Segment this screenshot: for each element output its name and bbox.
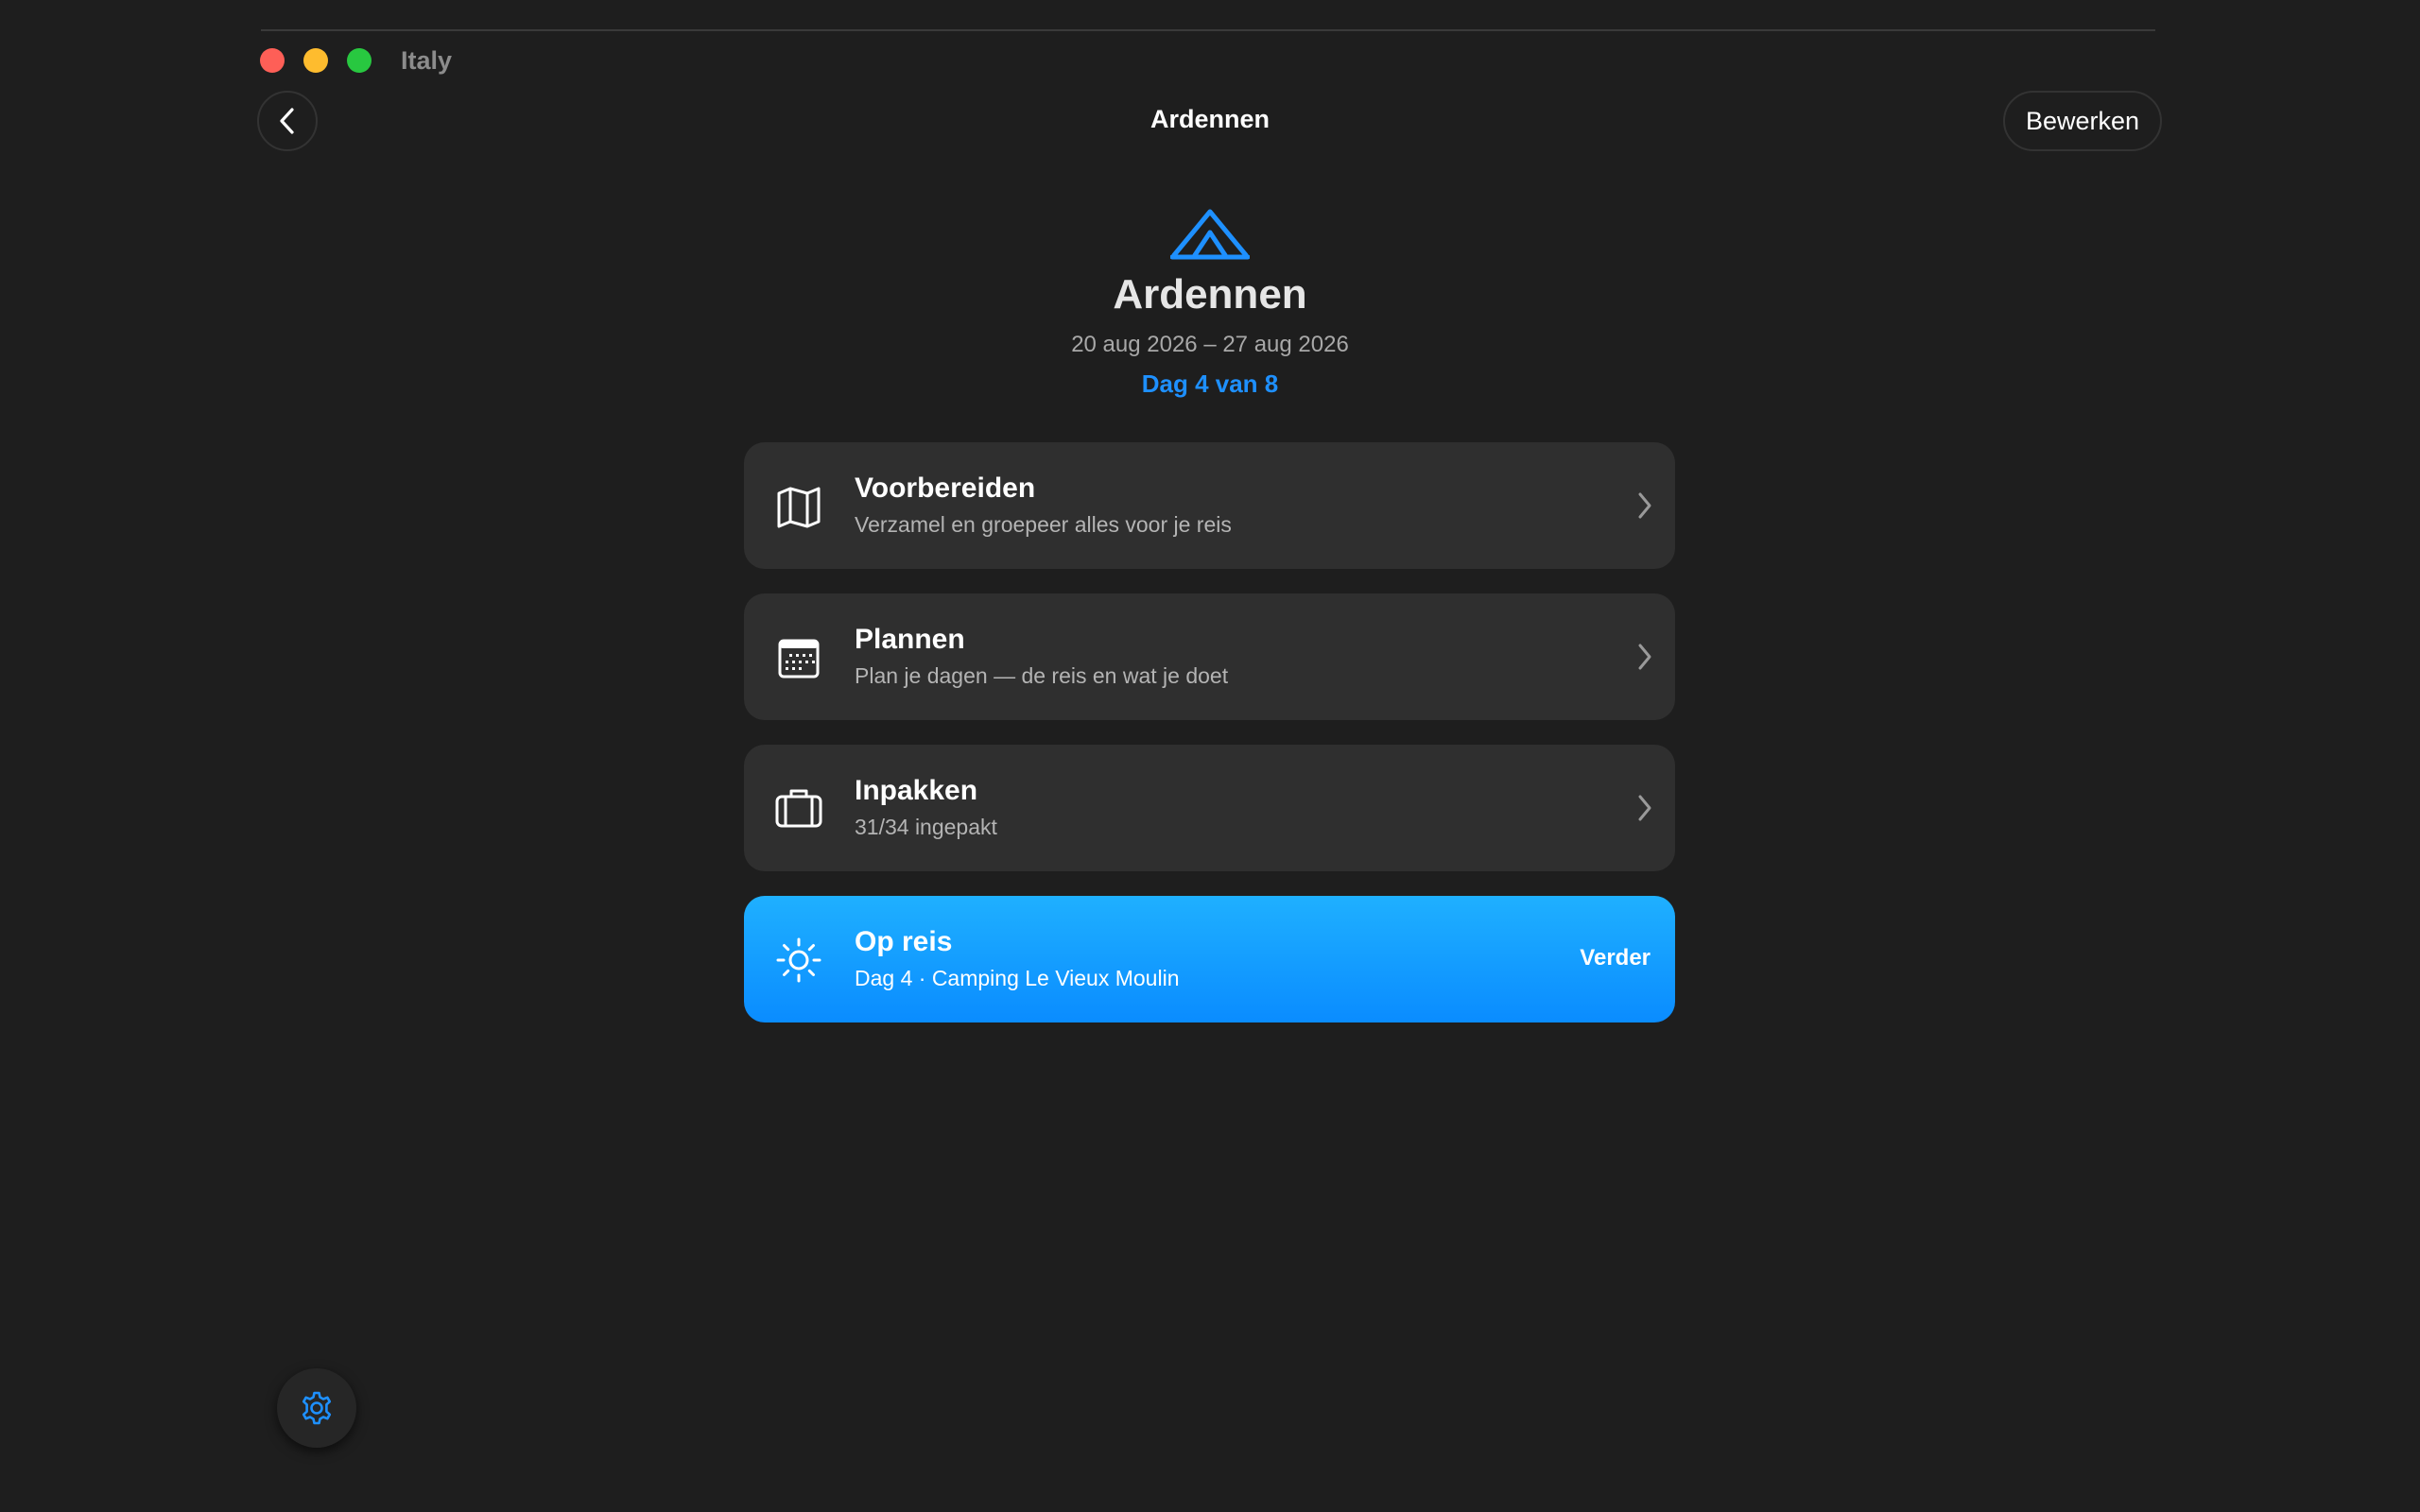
sun-icon <box>776 937 821 983</box>
suitcase-icon <box>775 789 822 828</box>
trip-name: Ardennen <box>1113 271 1307 318</box>
chevron-right-icon <box>1638 492 1651 519</box>
card-subtitle: 31/34 ingepakt <box>855 815 997 839</box>
minimize-window-button[interactable] <box>303 48 328 73</box>
card-voorbereiden[interactable]: Voorbereiden Verzamel en groepeer alles … <box>744 442 1675 569</box>
maximize-window-button[interactable] <box>347 48 372 73</box>
card-op-reis[interactable]: Op reis Dag 4 · Camping Le Vieux Moulin … <box>744 896 1675 1022</box>
trip-dates: 20 aug 2026 – 27 aug 2026 <box>1071 332 1349 357</box>
edit-button[interactable]: Bewerken <box>2003 91 2162 151</box>
card-title: Plannen <box>855 624 965 655</box>
map-icon <box>777 487 821 528</box>
card-subtitle: Verzamel en groepeer alles voor je reis <box>855 512 1232 537</box>
chevron-right-icon <box>1638 795 1651 821</box>
card-title: Inpakken <box>855 775 978 806</box>
card-subtitle: Plan je dagen — de reis en wat je doet <box>855 663 1229 688</box>
card-inpakken[interactable]: Inpakken 31/34 ingepakt <box>744 745 1675 871</box>
app-window: Italy Ardennen Bewerken Ardennen 20 aug … <box>0 0 2420 1512</box>
continue-button[interactable]: Verder <box>1580 945 1651 971</box>
trip-day-progress: Dag 4 van 8 <box>1141 369 1279 398</box>
card-title: Voorbereiden <box>855 472 1036 504</box>
calendar-icon <box>778 639 820 679</box>
close-window-button[interactable] <box>260 48 285 73</box>
window-title: Italy <box>401 46 453 75</box>
gear-icon <box>302 1391 332 1425</box>
card-plannen[interactable]: Plannen Plan je dagen — de reis en wat j… <box>744 593 1675 720</box>
settings-button[interactable] <box>277 1368 356 1448</box>
window-top-divider <box>261 29 2155 31</box>
card-subtitle: Dag 4 · Camping Le Vieux Moulin <box>855 966 1180 990</box>
card-title: Op reis <box>855 926 953 957</box>
tent-icon <box>1170 209 1250 260</box>
chevron-right-icon <box>1638 644 1651 670</box>
